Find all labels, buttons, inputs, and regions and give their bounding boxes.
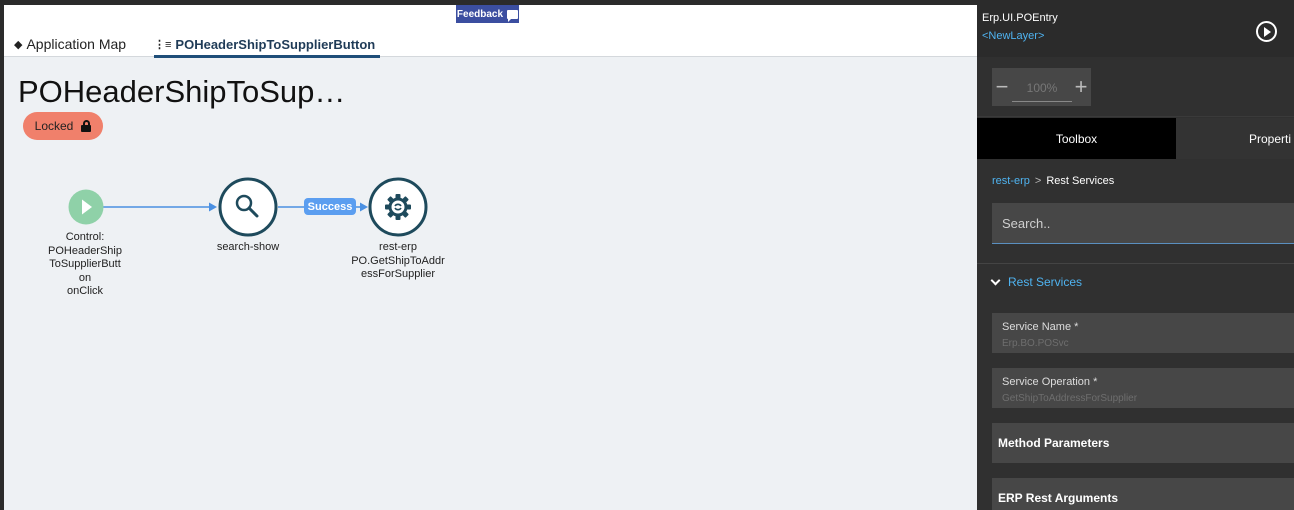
- erp-rest-arguments-group[interactable]: ERP Rest Arguments: [992, 478, 1294, 510]
- node-trigger-label-line: on: [78, 271, 92, 284]
- zoom-out-button[interactable]: −: [992, 68, 1012, 106]
- layer-link[interactable]: <NewLayer>: [982, 30, 1044, 42]
- edge-arrow-1: [209, 202, 217, 212]
- edge-label-success: Success: [304, 198, 356, 215]
- node-trigger-label-line: Control:: [65, 231, 105, 243]
- breadcrumb-current: Rest Services: [1046, 175, 1115, 187]
- node-trigger-label-line: onClick: [66, 285, 104, 297]
- service-name-value: Erp.BO.POSvc: [1002, 338, 1069, 349]
- node-rest-erp-label: rest-erp PO.GetShipToAddr essForSupplier: [338, 241, 458, 282]
- service-operation-value: GetShipToAddressForSupplier: [1002, 393, 1138, 404]
- node-search-show[interactable]: [218, 177, 278, 237]
- flow-diagram: [68, 177, 428, 237]
- form-name: Erp.UI.POEntry: [982, 12, 1058, 24]
- breadcrumb-separator: >: [1034, 175, 1042, 187]
- tab-toolbox[interactable]: Toolbox: [977, 118, 1176, 159]
- service-name-field[interactable]: Service Name * Erp.BO.POSvc: [992, 313, 1294, 353]
- section-rest-services[interactable]: Rest Services: [990, 275, 1083, 289]
- edge-arrow-2: [360, 202, 368, 212]
- zoom-bar: − 100% +: [977, 57, 1294, 117]
- node-search-show-label-line: search-show: [216, 241, 280, 253]
- method-parameters-group[interactable]: Method Parameters: [992, 423, 1294, 463]
- chevron-down-icon: [990, 275, 1001, 285]
- zoom-control: − 100% +: [992, 68, 1091, 106]
- breadcrumb: rest-erp > Rest Services: [992, 175, 1114, 187]
- panel-header: Erp.UI.POEntry <NewLayer>: [977, 5, 1294, 57]
- zoom-level[interactable]: 100%: [1012, 74, 1072, 102]
- breadcrumb-root[interactable]: rest-erp: [992, 175, 1030, 187]
- node-trigger-label-line: ToSupplierButt: [49, 258, 121, 270]
- tab-properties[interactable]: Properti: [1176, 118, 1294, 159]
- section-rest-services-label: Rest Services: [1008, 275, 1083, 289]
- zoom-in-button[interactable]: +: [1071, 68, 1091, 106]
- panel-tabs: Toolbox Properti: [977, 118, 1294, 160]
- node-rest-erp[interactable]: [368, 177, 428, 237]
- node-rest-erp-label-line: essForSupplier: [361, 268, 435, 280]
- rest-erp-circle: [368, 177, 428, 237]
- node-trigger-label: Control: POHeaderShip ToSupplierButt on …: [40, 231, 130, 299]
- node-trigger[interactable]: [68, 189, 104, 225]
- node-trigger-label-line: POHeaderShip: [48, 244, 122, 257]
- run-button[interactable]: [1256, 21, 1277, 42]
- service-operation-field[interactable]: Service Operation * GetShipToAddressForS…: [992, 368, 1294, 408]
- node-search-show-label: search-show: [203, 241, 293, 255]
- node-rest-erp-label-line: PO.GetShipToAddr: [351, 254, 445, 267]
- service-operation-label: Service Operation *: [1002, 376, 1098, 388]
- node-rest-erp-label-line: rest-erp: [379, 241, 417, 253]
- service-name-label: Service Name *: [1002, 321, 1079, 333]
- toolbox-search-input[interactable]: [992, 203, 1294, 244]
- right-panel: Erp.UI.POEntry <NewLayer> − 100% + Toolb…: [977, 5, 1294, 510]
- divider: [977, 263, 1294, 264]
- designer-canvas: ◆ Application Map ⋮≡ POHeaderShipToSuppl…: [4, 5, 977, 510]
